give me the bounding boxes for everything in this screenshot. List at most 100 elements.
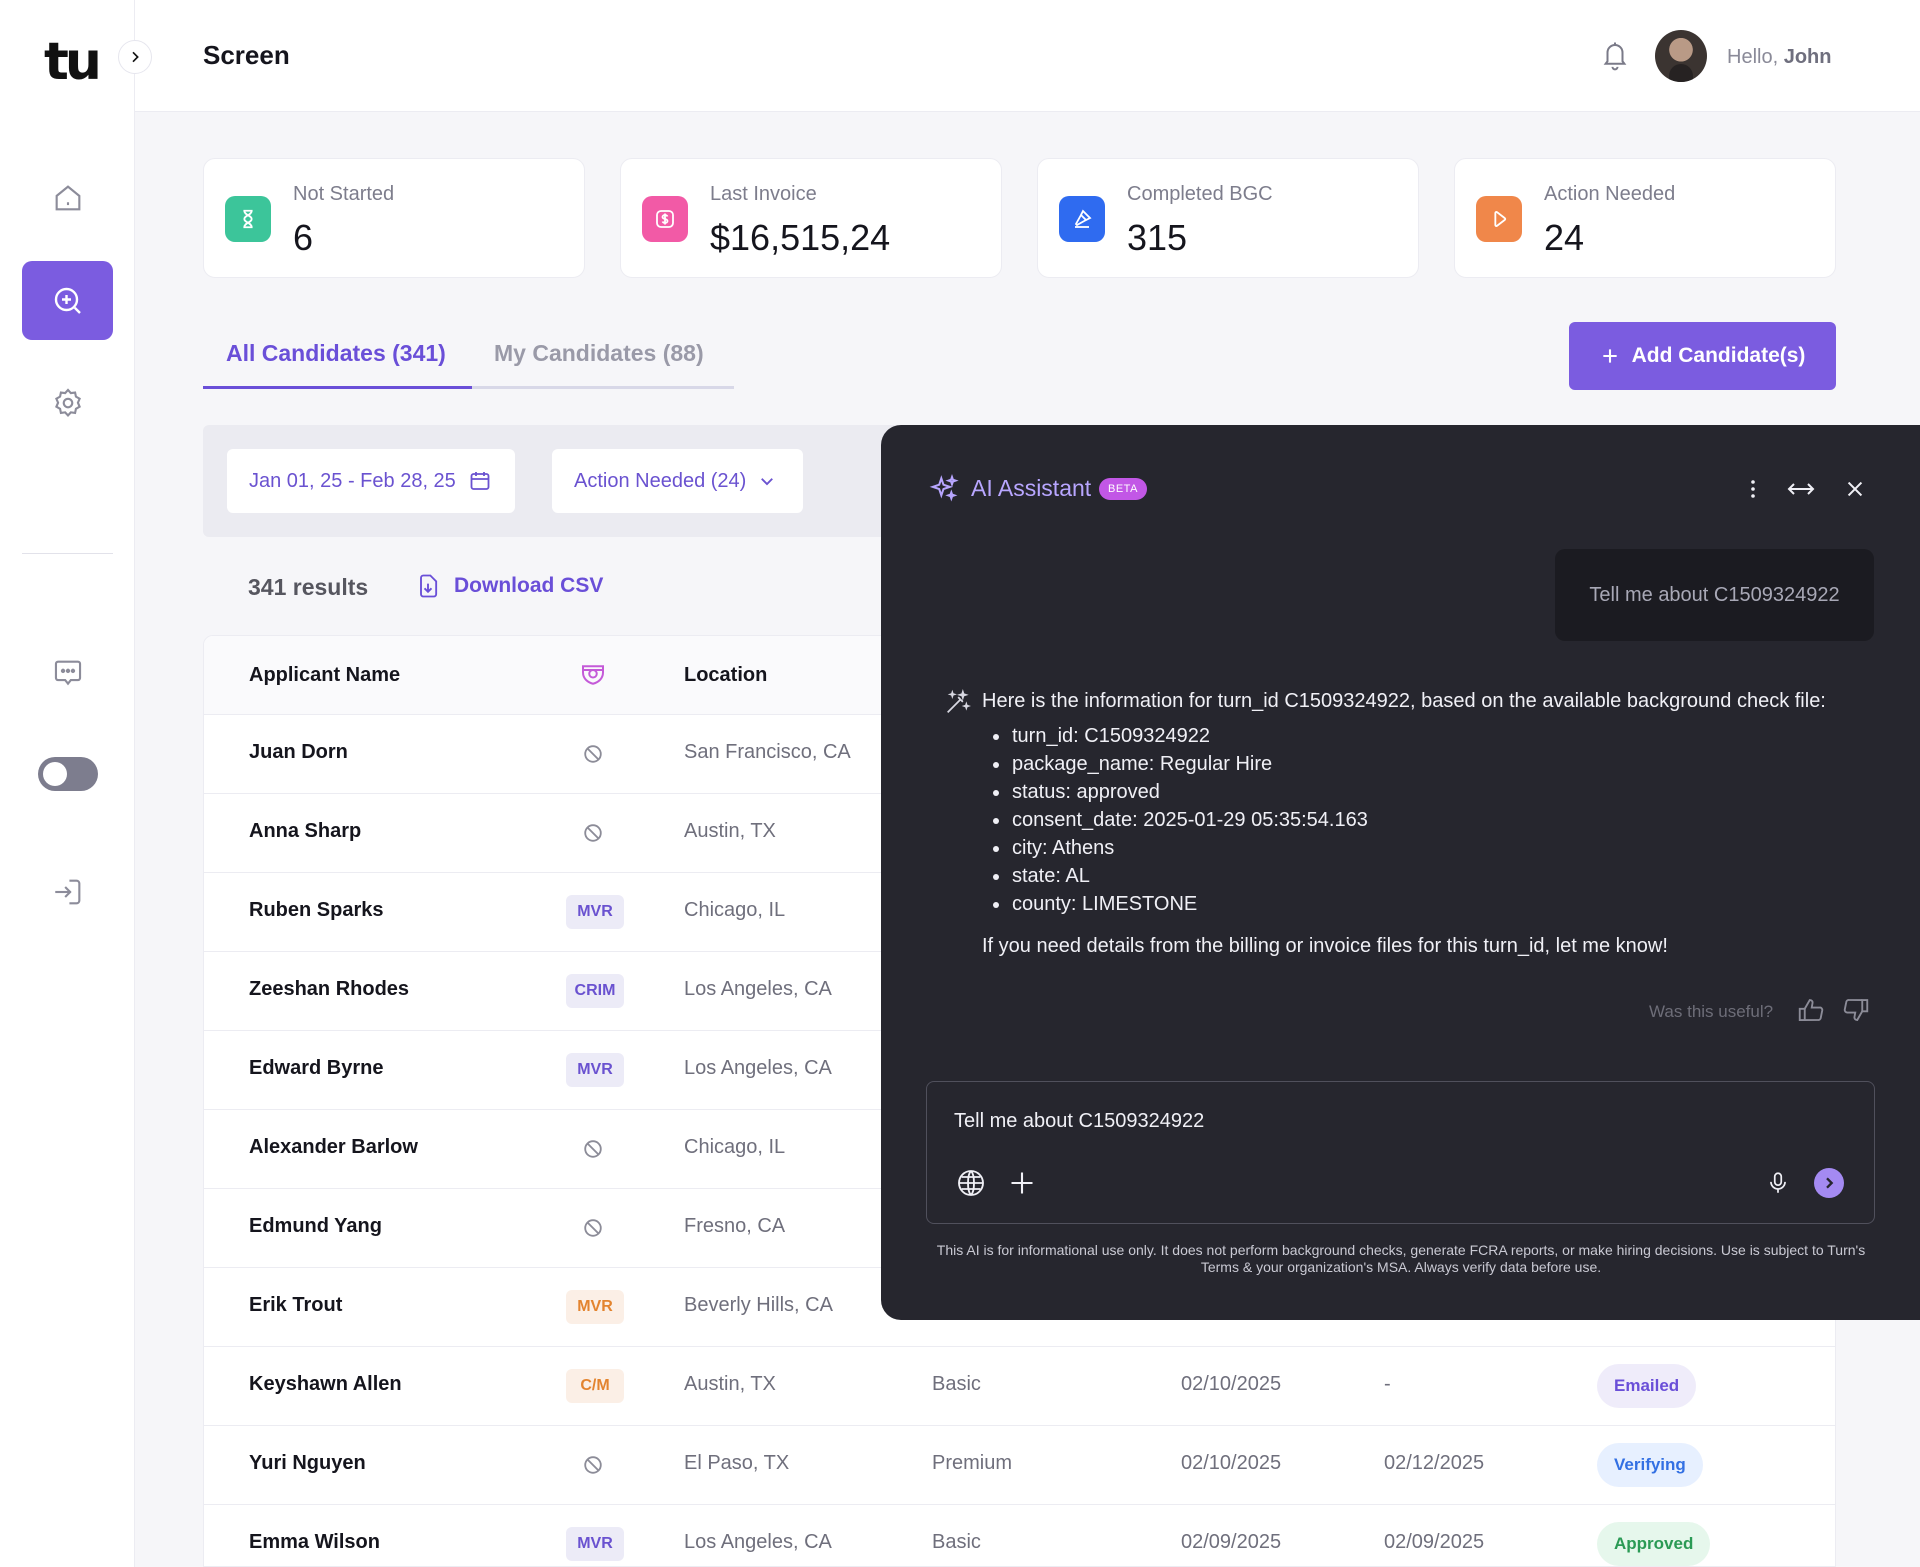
applicant-name[interactable]: Emma Wilson (249, 1531, 380, 1554)
gear-icon (54, 387, 81, 417)
sidebar: tu (0, 0, 135, 1567)
attach-button[interactable] (1005, 1166, 1039, 1200)
sidebar-divider (22, 553, 113, 554)
applicant-name[interactable]: Zeeshan Rhodes (249, 978, 409, 1001)
stat-value: 315 (1127, 217, 1188, 258)
applicant-name[interactable]: Keyshawn Allen (249, 1373, 402, 1396)
stat-card-action-needed[interactable]: Action Needed 24 (1454, 158, 1836, 278)
tab-my-candidates[interactable]: My Candidates (88) (494, 340, 704, 367)
sidebar-collapse-button[interactable] (118, 40, 152, 74)
ai-input-value[interactable]: Tell me about C1509324922 (954, 1110, 1204, 1133)
notifications-button[interactable] (1600, 38, 1630, 77)
ai-assistant-title: AI Assistant (971, 475, 1092, 501)
stat-card-last-invoice[interactable]: Last Invoice $16,515,24 (620, 158, 1002, 278)
applicant-location: Chicago, IL (684, 1136, 786, 1158)
ai-message-input[interactable]: Tell me about C1509324922 (926, 1081, 1875, 1224)
plus-icon (1011, 1172, 1033, 1194)
ai-response-item: status: approved (982, 778, 1882, 806)
ai-response: Here is the information for turn_id C150… (982, 687, 1882, 960)
submitted-date: 02/09/2025 (1181, 1531, 1282, 1553)
more-vertical-icon (1751, 480, 1755, 498)
stat-card-not-started[interactable]: Not Started 6 (203, 158, 585, 278)
date-range-value: Jan 01, 25 - Feb 28, 25 (249, 469, 456, 492)
package-name: Premium (932, 1452, 1013, 1474)
web-search-button[interactable] (954, 1166, 988, 1200)
voice-input-button[interactable] (1761, 1166, 1795, 1200)
table-row[interactable]: Emma Wilson MVR Los Angeles, CA Basic 02/09/… (204, 1505, 1835, 1566)
applicant-name[interactable]: Edmund Yang (249, 1215, 382, 1238)
ai-assistant-panel: AI Assistant BETA Tell me about C1509324… (881, 425, 1920, 1320)
play-icon (1476, 196, 1522, 242)
status-filter-dropdown[interactable]: Action Needed (24) (552, 449, 803, 513)
logout-nav-button[interactable] (22, 852, 113, 931)
applicant-name[interactable]: Edward Byrne (249, 1057, 383, 1080)
bell-icon (1603, 42, 1627, 71)
screen-nav-button[interactable] (22, 261, 113, 340)
date-range-picker[interactable]: Jan 01, 25 - Feb 28, 25 (227, 449, 515, 513)
microphone-icon (1770, 1172, 1786, 1193)
results-count: 341 results (248, 574, 369, 600)
applicant-name[interactable]: Anna Sharp (249, 820, 361, 843)
download-csv-button[interactable]: Download CSV (414, 572, 603, 600)
user-greeting[interactable]: Hello, John (1727, 46, 1831, 69)
download-file-icon (420, 574, 438, 598)
applicant-location: Los Angeles, CA (684, 1531, 832, 1553)
applicant-location: Beverly Hills, CA (684, 1294, 833, 1316)
submitted-date: 02/10/2025 (1181, 1452, 1282, 1474)
stat-label: Last Invoice (710, 183, 817, 205)
ai-response-list: turn_id: C1509324922 package_name: Regul… (982, 722, 1882, 918)
applicant-name[interactable]: Ruben Sparks (249, 899, 383, 922)
chat-icon (54, 660, 81, 685)
ai-more-options-button[interactable] (1737, 473, 1769, 505)
calendar-icon (470, 472, 490, 490)
stat-value: 24 (1544, 217, 1585, 258)
user-name: John (1783, 46, 1832, 68)
ai-close-button[interactable] (1839, 473, 1871, 505)
completed-date: 02/12/2025 (1384, 1452, 1485, 1474)
turn-logo[interactable]: tu (44, 36, 102, 88)
thumbs-up-icon (1798, 999, 1824, 1021)
applicant-name[interactable]: Erik Trout (249, 1294, 342, 1317)
thumbs-up-button[interactable] (1796, 995, 1826, 1030)
chat-nav-button[interactable] (22, 633, 113, 712)
stat-label: Action Needed (1544, 183, 1676, 205)
ai-expand-button[interactable] (1785, 473, 1817, 505)
ai-response-item: city: Athens (982, 834, 1882, 862)
chevron-right-icon (1826, 1177, 1834, 1189)
check-type-badge: MVR (566, 895, 624, 929)
column-header-location[interactable]: Location (684, 664, 767, 687)
dollar-icon (642, 196, 688, 242)
applicant-location: San Francisco, CA (684, 741, 851, 763)
ban-icon (582, 743, 604, 770)
ai-response-item: package_name: Regular Hire (982, 750, 1882, 778)
column-header-applicant-name[interactable]: Applicant Name (249, 664, 400, 687)
feedback-prompt: Was this useful? (1649, 1002, 1774, 1021)
status-badge: Verifying (1597, 1443, 1703, 1487)
tab-all-candidates[interactable]: All Candidates (341) (226, 340, 446, 367)
thumbs-down-button[interactable] (1841, 995, 1871, 1030)
logout-icon (54, 879, 80, 904)
settings-nav-button[interactable] (22, 363, 113, 442)
theme-toggle[interactable] (38, 757, 98, 791)
send-button[interactable] (1814, 1168, 1844, 1198)
add-candidates-button[interactable]: Add Candidate(s) (1569, 322, 1836, 390)
user-avatar[interactable] (1655, 30, 1707, 82)
table-row[interactable]: Yuri Nguyen El Paso, TX Premium 02/10/2025 0… (204, 1426, 1835, 1505)
stat-value: 6 (293, 217, 314, 258)
status-filter-value: Action Needed (24) (574, 469, 747, 492)
stat-card-completed-bgc[interactable]: Completed BGC 315 (1037, 158, 1419, 278)
page-title: Screen (203, 40, 290, 70)
ban-icon (582, 1138, 604, 1165)
hourglass-icon (225, 196, 271, 242)
ai-disclaimer: This AI is for informational use only. I… (936, 1242, 1866, 1275)
applicant-name[interactable]: Alexander Barlow (249, 1136, 418, 1159)
ai-response-item: consent_date: 2025-01-29 05:35:54.163 (982, 806, 1882, 834)
stat-value: $16,515,24 (710, 217, 891, 258)
sparkle-icon (928, 473, 960, 510)
user-message-bubble: Tell me about C1509324922 (1555, 549, 1874, 641)
applicant-name[interactable]: Juan Dorn (249, 741, 348, 764)
home-nav-button[interactable] (22, 158, 113, 237)
applicant-name[interactable]: Yuri Nguyen (249, 1452, 366, 1475)
stamp-icon (1059, 196, 1105, 242)
table-row[interactable]: Keyshawn Allen C/M Austin, TX Basic 02/10/20… (204, 1347, 1835, 1426)
